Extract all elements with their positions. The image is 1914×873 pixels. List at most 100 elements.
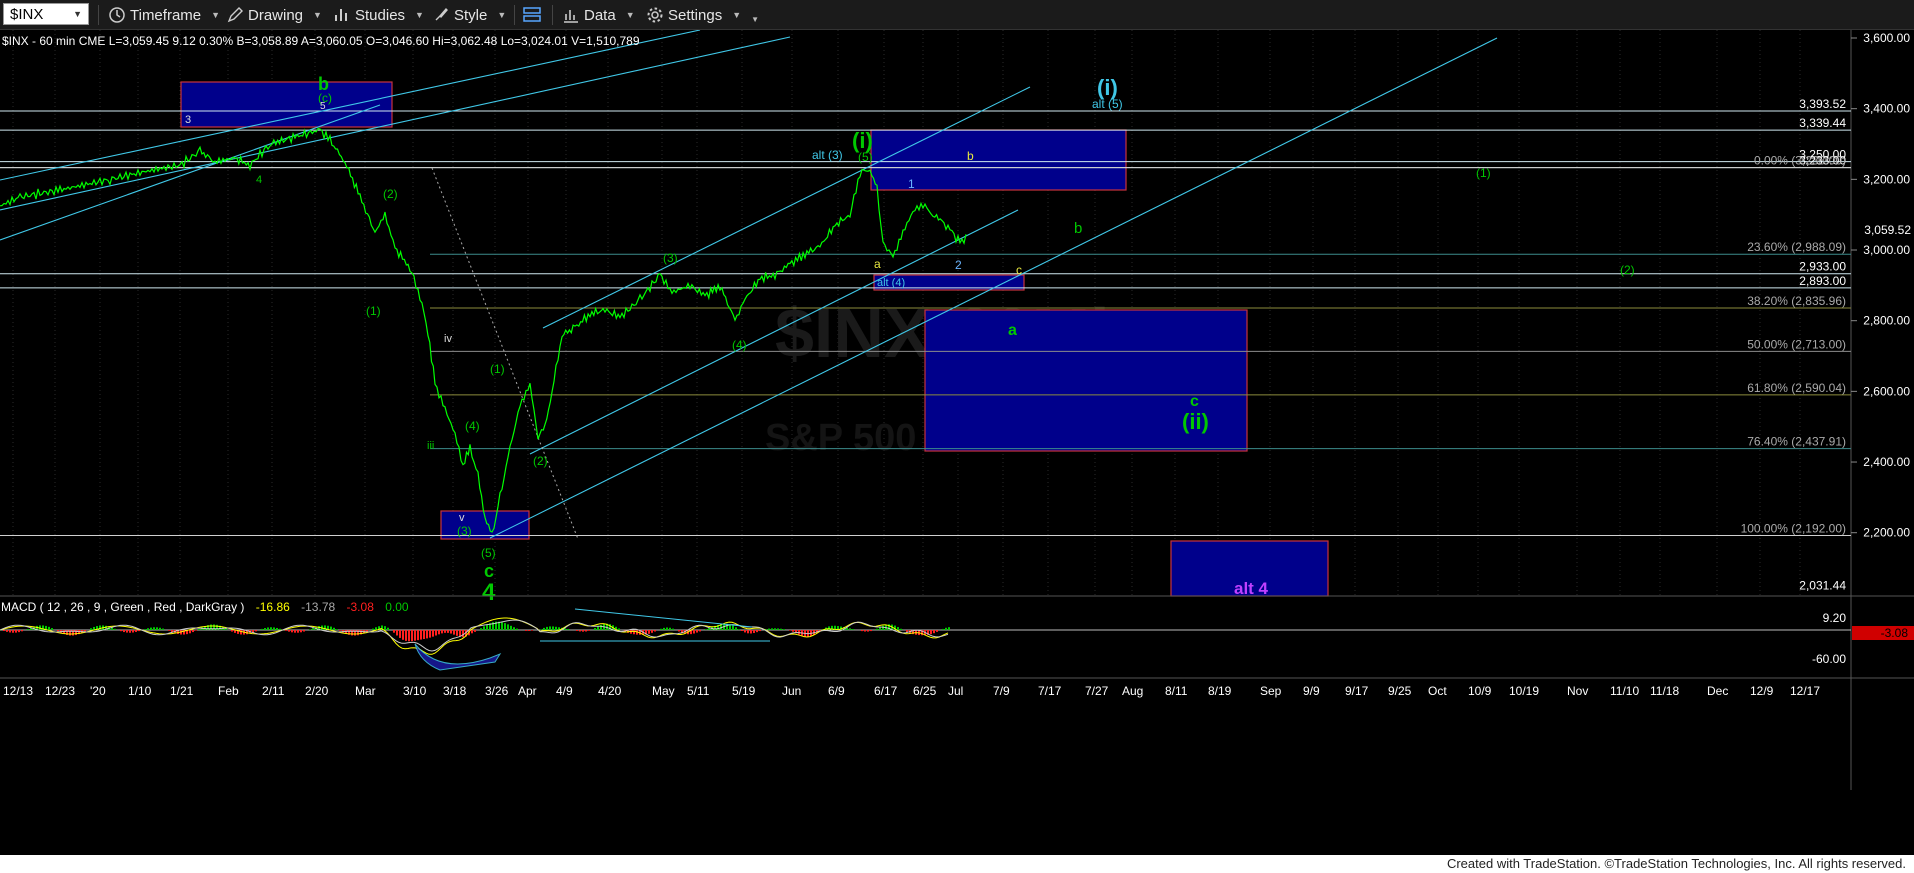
macd-bar [126, 630, 128, 633]
macd-bar [696, 630, 698, 633]
date-tick-label: Jun [782, 684, 801, 698]
date-tick-label: Apr [518, 684, 537, 698]
macd-bar [510, 625, 512, 630]
drawing-menu[interactable]: Drawing ▼ [226, 0, 322, 30]
macd-bar [453, 630, 455, 635]
macd-bar [783, 629, 785, 630]
symbol-selector[interactable]: $INX ▼ [3, 3, 89, 25]
date-tick-label: 9/9 [1303, 684, 1320, 698]
macd-bar [339, 630, 341, 631]
macd-bar [396, 630, 398, 636]
date-tick-label: 9/25 [1388, 684, 1412, 698]
macd-bar [669, 627, 671, 630]
layout-button[interactable] [522, 0, 542, 30]
macd-bar [150, 627, 152, 630]
macd-bar [456, 630, 458, 636]
price-tick-label: 3,200.00 [1863, 172, 1910, 186]
wave-label: alt (5) [1092, 97, 1123, 111]
date-tick-label: 7/9 [993, 684, 1010, 698]
macd-bar [162, 628, 164, 630]
chevron-down-icon: ▼ [73, 9, 82, 19]
wave-label: 2 [955, 258, 962, 272]
price-tick-label: 3,400.00 [1863, 102, 1910, 116]
date-tick-label: Sep [1260, 684, 1282, 698]
date-tick-label: Aug [1122, 684, 1143, 698]
macd-bar [168, 630, 170, 631]
macd-bar [651, 630, 653, 633]
macd-bar [693, 630, 695, 634]
layout-icon [523, 7, 541, 22]
data-label: Data [584, 6, 616, 24]
macd-bar [432, 630, 434, 637]
fib-label: 23.60% (2,988.09) [1747, 240, 1846, 254]
macd-bar [594, 628, 596, 630]
style-menu[interactable]: Style ▼ [432, 0, 506, 30]
level-label: 2,933.00 [1799, 260, 1846, 274]
macd-bar [309, 629, 311, 630]
fib-label: 100.00% (2,192.00) [1741, 522, 1846, 536]
macd-bar [57, 630, 59, 632]
macd-bar [576, 630, 578, 631]
macd-bar [747, 630, 749, 634]
studies-label: Studies [355, 6, 406, 24]
macd-bar [471, 630, 473, 634]
date-tick-label: 12/23 [45, 684, 75, 698]
macd-header: MACD ( 12 , 26 , 9 , Green , Red , DarkG… [1, 600, 244, 614]
macd-bar [936, 630, 938, 632]
date-tick-label: 11/10 [1610, 684, 1639, 698]
macd-bar [9, 630, 11, 633]
macd-value-line: -16.86 [256, 600, 290, 614]
wave-label: 3 [185, 114, 191, 126]
macd-bar [99, 625, 101, 630]
macd-bar [15, 630, 17, 633]
drawing-label: Drawing [248, 6, 304, 24]
data-menu[interactable]: Data ▼ [562, 0, 635, 30]
macd-bar [663, 627, 665, 630]
price-chart[interactable]: $INX-60Min S&P 500 3,393.523,339.443,250… [0, 30, 1914, 855]
timeframe-menu[interactable]: Timeframe ▼ [108, 0, 220, 30]
settings-menu[interactable]: Settings ▼ ▼ [646, 0, 759, 30]
macd-bar [402, 630, 404, 640]
macd-bar [270, 627, 272, 630]
price-tick-label: 2,600.00 [1863, 384, 1910, 398]
wave-label: iv [444, 333, 452, 345]
macd-bar [897, 627, 899, 630]
macd-bar [567, 628, 569, 630]
macd-bar [777, 628, 779, 630]
wave-label: 4 [256, 174, 262, 186]
date-tick-label: 8/19 [1208, 684, 1232, 698]
macd-bar [753, 630, 755, 634]
wave-label: c [1190, 393, 1199, 410]
macd-bar [123, 630, 125, 633]
macd-bar [441, 630, 443, 634]
macd-bar [132, 630, 134, 633]
macd-bar [864, 630, 866, 632]
date-tick-label: Feb [218, 684, 239, 698]
macd-bar [273, 627, 275, 630]
clock-icon [109, 7, 125, 23]
date-tick-label: '20 [90, 684, 106, 698]
macd-bar [372, 628, 374, 630]
macd-tick: -60.00 [1812, 652, 1846, 666]
wave-label: (2) [533, 454, 548, 468]
macd-bar [852, 629, 854, 630]
macd-bar [330, 626, 332, 630]
macd-bar [255, 630, 257, 632]
macd-bar [420, 630, 422, 640]
macd-bar [876, 628, 878, 630]
level-label: 2,893.00 [1799, 274, 1846, 288]
target-box-b [180, 81, 393, 128]
macd-bar [948, 627, 950, 630]
macd-bar [285, 630, 287, 631]
wave-label: 1 [908, 177, 915, 191]
studies-menu[interactable]: Studies ▼ [333, 0, 424, 30]
macd-bar [552, 626, 554, 630]
macd-bar [303, 630, 305, 632]
macd-bar [6, 630, 8, 632]
macd-bar [654, 630, 656, 632]
wave-label: (1) [366, 304, 381, 318]
macd-bar [18, 630, 20, 633]
macd-bar [3, 630, 5, 631]
date-tick-label: 7/17 [1038, 684, 1062, 698]
fib-label: 50.00% (2,713.00) [1747, 337, 1846, 351]
